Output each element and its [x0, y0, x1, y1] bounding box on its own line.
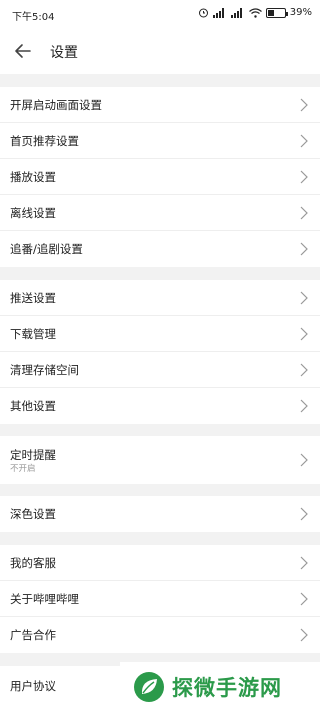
setting-item-download[interactable]: 下载管理: [0, 316, 320, 352]
chevron-right-icon: [300, 327, 308, 341]
setting-label: 清理存储空间: [10, 363, 79, 377]
battery-percent: 39%: [289, 7, 312, 18]
status-time: 下午5:04: [12, 12, 55, 23]
alarm-icon: [198, 8, 208, 18]
setting-item-ad-cooperation[interactable]: 广告合作: [0, 617, 320, 653]
chevron-right-icon: [300, 556, 308, 570]
wifi-icon: [248, 7, 262, 18]
setting-item-timed-reminder[interactable]: 定时提醒 不开启: [0, 436, 320, 484]
setting-item-about[interactable]: 关于哔哩哔哩: [0, 581, 320, 617]
setting-sublabel: 不开启: [10, 464, 36, 474]
chevron-right-icon: [300, 206, 308, 220]
status-icons: 39%: [198, 7, 312, 18]
back-arrow-icon[interactable]: [12, 40, 34, 62]
chevron-right-icon: [300, 507, 308, 521]
setting-label: 离线设置: [10, 206, 56, 220]
setting-item-push[interactable]: 推送设置: [0, 280, 320, 316]
setting-label: 用户协议: [10, 679, 56, 693]
signal-icon: [212, 7, 224, 18]
settings-group-about: 我的客服 关于哔哩哔哩 广告合作: [0, 545, 320, 653]
setting-label: 推送设置: [10, 291, 56, 305]
setting-label: 定时提醒: [10, 448, 56, 462]
setting-item-splash[interactable]: 开屏启动画面设置: [0, 87, 320, 123]
setting-label: 广告合作: [10, 628, 56, 642]
setting-item-follow[interactable]: 追番/追剧设置: [0, 231, 320, 267]
watermark: 探微手游网: [120, 662, 320, 711]
signal-icon-2: [230, 7, 242, 18]
chevron-right-icon: [300, 363, 308, 377]
setting-item-other[interactable]: 其他设置: [0, 388, 320, 424]
top-bar: 设置: [0, 28, 320, 74]
setting-label: 我的客服: [10, 556, 56, 570]
setting-label: 播放设置: [10, 170, 56, 184]
battery-icon: [265, 7, 288, 18]
chevron-right-icon: [300, 628, 308, 642]
settings-group-theme: 深色设置: [0, 496, 320, 532]
chevron-right-icon: [300, 98, 308, 112]
settings-group-general: 开屏启动画面设置 首页推荐设置 播放设置 离线设置 追番/追剧设置: [0, 87, 320, 267]
chevron-right-icon: [300, 291, 308, 305]
setting-item-clear-storage[interactable]: 清理存储空间: [0, 352, 320, 388]
setting-item-playback[interactable]: 播放设置: [0, 159, 320, 195]
setting-item-dark-mode[interactable]: 深色设置: [0, 496, 320, 532]
status-bar: 下午5:04 39%: [0, 0, 320, 28]
setting-label: 追番/追剧设置: [10, 242, 83, 256]
setting-item-offline[interactable]: 离线设置: [0, 195, 320, 231]
chevron-right-icon: [300, 242, 308, 256]
chevron-right-icon: [300, 134, 308, 148]
watermark-leaf-logo-icon: [134, 671, 164, 702]
page-title: 设置: [50, 45, 78, 61]
setting-item-home-recommend[interactable]: 首页推荐设置: [0, 123, 320, 159]
chevron-right-icon: [300, 170, 308, 184]
settings-group-reminder: 定时提醒 不开启: [0, 436, 320, 484]
chevron-right-icon: [300, 399, 308, 413]
settings-group-storage: 推送设置 下载管理 清理存储空间 其他设置: [0, 280, 320, 424]
setting-label: 开屏启动画面设置: [10, 98, 102, 112]
watermark-text: 探微手游网: [172, 675, 282, 700]
setting-label: 其他设置: [10, 399, 56, 413]
setting-label: 关于哔哩哔哩: [10, 592, 79, 606]
setting-label: 首页推荐设置: [10, 134, 79, 148]
setting-label: 下载管理: [10, 327, 56, 341]
setting-label: 深色设置: [10, 507, 56, 521]
chevron-right-icon: [300, 453, 308, 467]
chevron-right-icon: [300, 592, 308, 606]
setting-item-customer-service[interactable]: 我的客服: [0, 545, 320, 581]
